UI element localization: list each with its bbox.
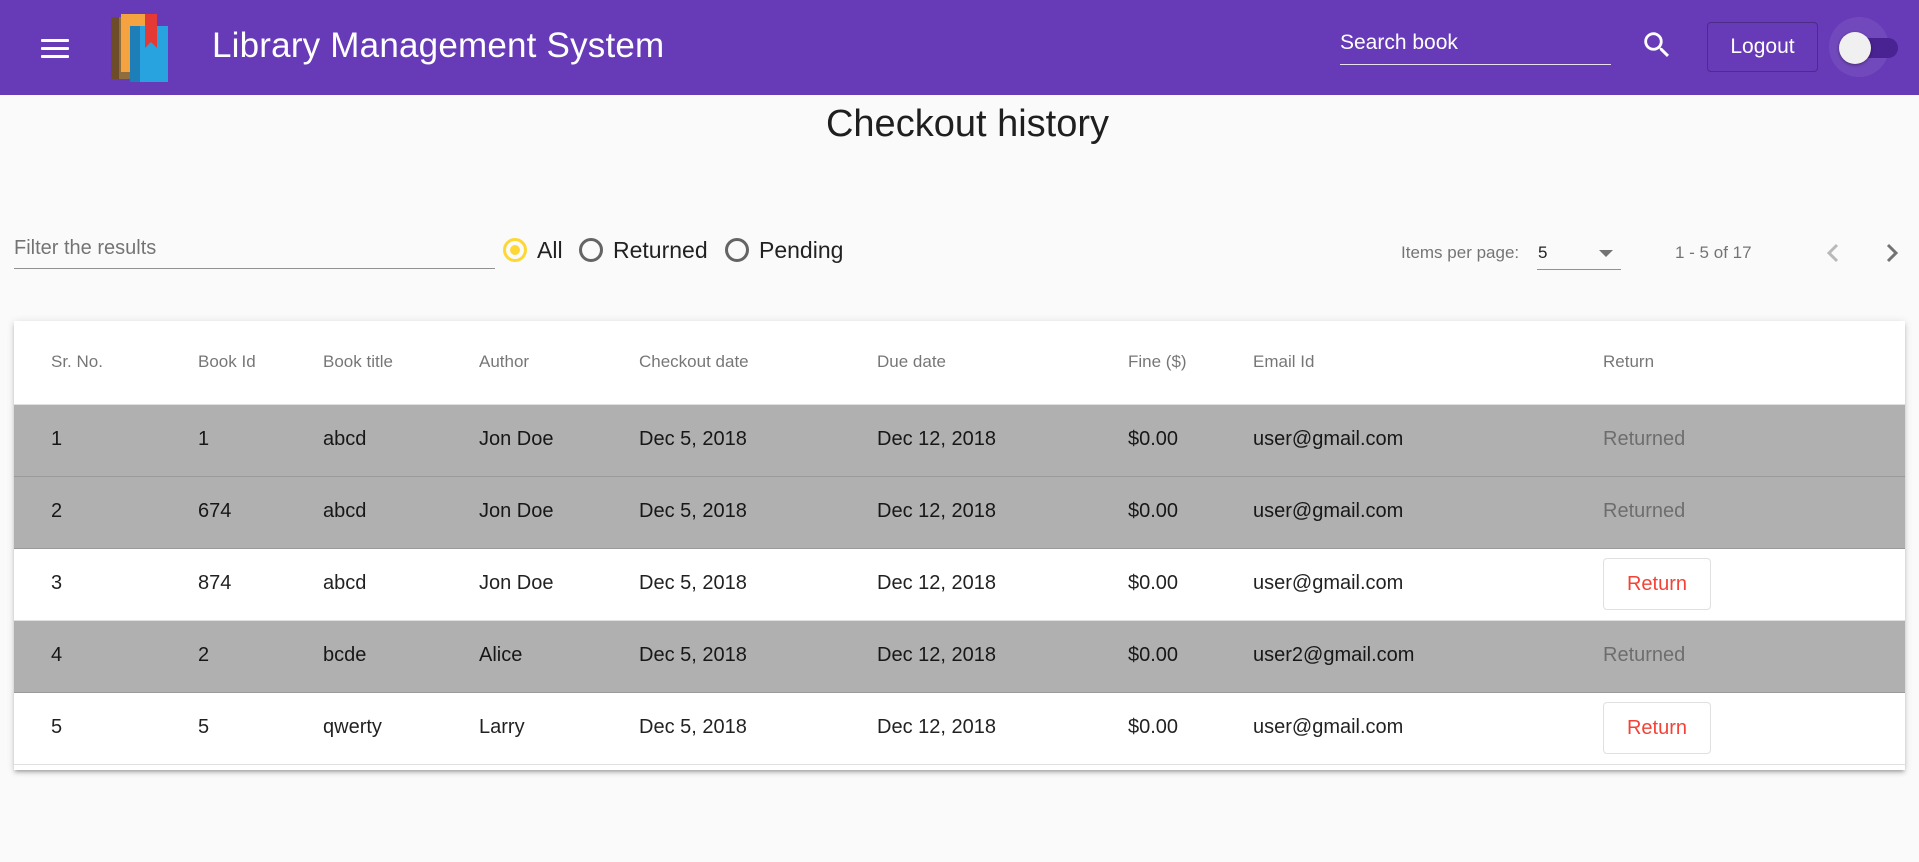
- theme-toggle-thumb[interactable]: [1839, 32, 1871, 64]
- search-input[interactable]: [1340, 28, 1611, 58]
- header-due-date: Due date: [877, 352, 946, 371]
- cell-due-date: Dec 12, 2018: [877, 572, 996, 594]
- returned-status: Returned: [1603, 428, 1686, 450]
- header-sr-no: Sr. No.: [51, 352, 103, 371]
- checkout-table: Sr. No. Book Id Book title Author Checko…: [14, 321, 1905, 770]
- previous-page-button[interactable]: [1809, 229, 1857, 277]
- page-size-select[interactable]: 5: [1537, 238, 1621, 270]
- cell-checkout-date: Dec 5, 2018: [639, 500, 747, 522]
- cell-sr-no: 5: [51, 716, 63, 738]
- cell-checkout-date: Dec 5, 2018: [639, 644, 747, 666]
- dropdown-arrow-icon: [1599, 250, 1613, 257]
- top-toolbar: Library Management System Logout: [0, 0, 1919, 95]
- header-checkout-date: Checkout date: [639, 352, 749, 371]
- return-button[interactable]: Return: [1603, 558, 1711, 610]
- radio-label-returned: Returned: [613, 236, 708, 263]
- header-author: Author: [479, 352, 530, 371]
- items-per-page-label: Items per page:: [1401, 243, 1520, 262]
- cell-email: user@gmail.com: [1253, 500, 1404, 522]
- header-return: Return: [1603, 352, 1655, 371]
- header-fine: Fine ($): [1128, 352, 1187, 371]
- cell-due-date: Dec 12, 2018: [877, 428, 996, 450]
- returned-status: Returned: [1603, 644, 1686, 666]
- cell-author: Jon Doe: [479, 428, 554, 450]
- radio-unchecked-icon: [579, 238, 603, 262]
- header-email: Email Id: [1253, 352, 1315, 371]
- cell-due-date: Dec 12, 2018: [877, 500, 996, 522]
- cell-checkout-date: Dec 5, 2018: [639, 716, 747, 738]
- radio-all[interactable]: All: [503, 234, 563, 266]
- header-book-title: Book title: [323, 352, 393, 371]
- cell-sr-no: 2: [51, 500, 63, 522]
- table-row: 2 674 abcd Jon Doe Dec 5, 2018 Dec 12, 2…: [14, 477, 1905, 549]
- search-field[interactable]: [1340, 28, 1611, 65]
- filter-input[interactable]: [14, 232, 495, 264]
- cell-author: Larry: [479, 716, 525, 738]
- cell-email: user@gmail.com: [1253, 572, 1404, 594]
- cell-book-title: bcde: [323, 644, 367, 666]
- cell-author: Jon Doe: [479, 572, 554, 594]
- logout-button[interactable]: Logout: [1707, 22, 1818, 72]
- radio-label-all: All: [537, 236, 563, 263]
- cell-book-id: 1: [198, 428, 210, 450]
- radio-pending[interactable]: Pending: [725, 234, 843, 266]
- header-book-id: Book Id: [198, 352, 256, 371]
- search-icon[interactable]: [1640, 28, 1674, 62]
- books-logo: [111, 14, 168, 82]
- radio-unchecked-icon: [725, 238, 749, 262]
- menu-button[interactable]: [29, 25, 77, 73]
- cell-email: user@gmail.com: [1253, 716, 1404, 738]
- menu-icon: [41, 39, 69, 42]
- table-row: 3 874 abcd Jon Doe Dec 5, 2018 Dec 12, 2…: [14, 549, 1905, 621]
- cell-book-title: qwerty: [323, 716, 382, 738]
- cell-fine: $0.00: [1128, 500, 1179, 522]
- app-title: Library Management System: [212, 26, 665, 65]
- cell-book-id: 674: [198, 500, 232, 522]
- cell-sr-no: 3: [51, 572, 63, 594]
- radio-returned[interactable]: Returned: [579, 234, 708, 266]
- cell-fine: $0.00: [1128, 716, 1179, 738]
- cell-checkout-date: Dec 5, 2018: [639, 572, 747, 594]
- cell-fine: $0.00: [1128, 644, 1179, 666]
- table-row: 5 5 qwerty Larry Dec 5, 2018 Dec 12, 201…: [14, 693, 1905, 765]
- cell-book-id: 874: [198, 572, 232, 594]
- cell-checkout-date: Dec 5, 2018: [639, 428, 747, 450]
- returned-status: Returned: [1603, 500, 1686, 522]
- cell-author: Alice: [479, 644, 523, 666]
- cell-book-title: abcd: [323, 572, 367, 594]
- cell-book-title: abcd: [323, 428, 367, 450]
- next-page-button[interactable]: [1868, 229, 1916, 277]
- cell-email: user@gmail.com: [1253, 428, 1404, 450]
- page-size-value: 5: [1538, 243, 1548, 262]
- cell-book-id: 5: [198, 716, 210, 738]
- cell-author: Jon Doe: [479, 500, 554, 522]
- radio-label-pending: Pending: [759, 236, 844, 263]
- cell-book-id: 2: [198, 644, 210, 666]
- page-title: Checkout history: [825, 103, 1109, 145]
- pagination-range: 1 - 5 of 17: [1675, 243, 1752, 262]
- table-header-row: Sr. No. Book Id Book title Author Checko…: [14, 321, 1905, 405]
- cell-sr-no: 4: [51, 644, 63, 666]
- cell-book-title: abcd: [323, 500, 367, 522]
- return-button[interactable]: Return: [1603, 702, 1711, 754]
- cell-email: user2@gmail.com: [1253, 644, 1415, 666]
- cell-due-date: Dec 12, 2018: [877, 644, 996, 666]
- cell-sr-no: 1: [51, 428, 63, 450]
- chevron-left-icon: [1826, 243, 1839, 263]
- filter-field[interactable]: [14, 232, 495, 269]
- chevron-right-icon: [1886, 243, 1899, 263]
- table-row: 4 2 bcde Alice Dec 5, 2018 Dec 12, 2018 …: [14, 621, 1905, 693]
- table-row: 1 1 abcd Jon Doe Dec 5, 2018 Dec 12, 201…: [14, 405, 1905, 477]
- cell-due-date: Dec 12, 2018: [877, 716, 996, 738]
- cell-fine: $0.00: [1128, 428, 1179, 450]
- radio-checked-icon: [503, 238, 527, 262]
- cell-fine: $0.00: [1128, 572, 1179, 594]
